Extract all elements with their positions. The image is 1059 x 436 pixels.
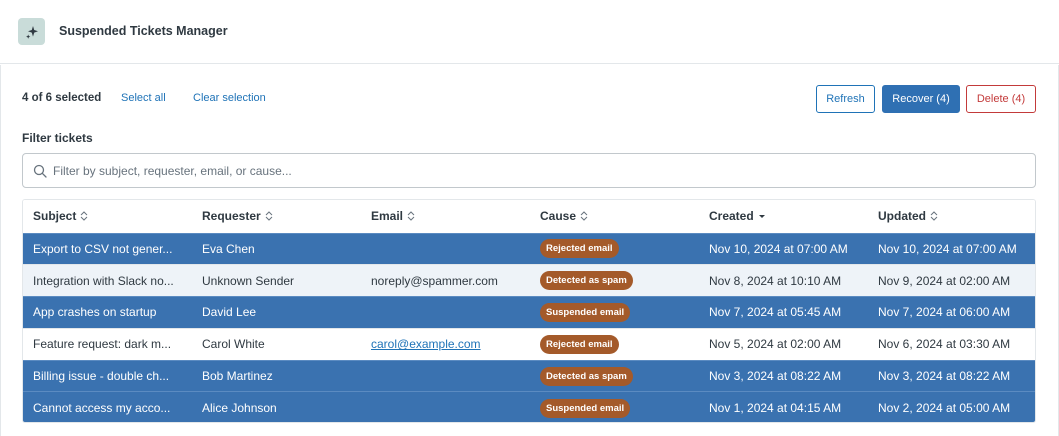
cause-badge: Suspended email xyxy=(540,302,631,322)
cell-cause: Rejected email xyxy=(530,327,699,361)
table-header-row: Subject Requester Email Cause Created Up… xyxy=(23,200,1035,233)
cell-cause: Detected as spam xyxy=(530,264,699,297)
cell-requester: Carol White xyxy=(192,327,361,361)
clear-selection-link[interactable]: Clear selection xyxy=(193,92,266,104)
sort-descending-icon xyxy=(758,210,766,224)
cell-subject: Feature request: dark m... xyxy=(23,327,192,361)
cell-updated: Nov 7, 2024 at 06:00 AM xyxy=(868,296,1035,329)
column-header-subject[interactable]: Subject xyxy=(23,200,192,233)
cell-cause: Suspended email xyxy=(530,391,699,422)
sort-icon xyxy=(80,210,88,224)
cell-email xyxy=(361,359,530,392)
cell-created: Nov 8, 2024 at 10:10 AM xyxy=(699,264,868,297)
filter-input[interactable] xyxy=(53,160,1023,182)
email-link[interactable]: carol@example.com xyxy=(371,337,481,351)
cell-updated: Nov 2, 2024 at 05:00 AM xyxy=(868,391,1035,422)
column-label: Requester xyxy=(202,208,261,223)
sparkle-icon xyxy=(18,18,45,45)
cause-badge: Suspended email xyxy=(540,398,631,418)
cell-email xyxy=(361,296,530,329)
cell-email: carol@example.com xyxy=(361,327,530,361)
column-label: Cause xyxy=(540,208,577,223)
cause-badge: Detected as spam xyxy=(540,366,633,386)
cell-requester: David Lee xyxy=(192,296,361,329)
column-label: Email xyxy=(371,208,404,223)
cell-subject: Export to CSV not gener... xyxy=(23,232,192,265)
tickets-table: Subject Requester Email Cause Created Up… xyxy=(22,199,1036,423)
table-row[interactable]: Cannot access my acco... Alice Johnson S… xyxy=(23,391,1035,422)
table-row[interactable]: Export to CSV not gener... Eva Chen Reje… xyxy=(23,232,1035,265)
cell-cause: Rejected email xyxy=(530,232,699,265)
refresh-button[interactable]: Refresh xyxy=(816,85,875,113)
cause-badge: Rejected email xyxy=(540,239,619,259)
cell-updated: Nov 6, 2024 at 03:30 AM xyxy=(868,327,1035,361)
cell-requester: Bob Martinez xyxy=(192,359,361,392)
cause-badge: Rejected email xyxy=(540,334,619,354)
cell-updated: Nov 3, 2024 at 08:22 AM xyxy=(868,359,1035,392)
app-header: Suspended Tickets Manager xyxy=(0,0,1059,64)
column-label: Updated xyxy=(878,208,926,223)
cell-created: Nov 10, 2024 at 07:00 AM xyxy=(699,232,868,265)
select-all-link[interactable]: Select all xyxy=(121,92,166,104)
cell-subject: Cannot access my acco... xyxy=(23,391,192,422)
delete-button[interactable]: Delete (4) xyxy=(966,85,1036,113)
column-header-cause[interactable]: Cause xyxy=(530,200,699,233)
cell-cause: Suspended email xyxy=(530,296,699,329)
table-row[interactable]: Integration with Slack no... Unknown Sen… xyxy=(23,264,1035,297)
cell-email: noreply@spammer.com xyxy=(361,264,530,297)
cell-created: Nov 1, 2024 at 04:15 AM xyxy=(699,391,868,422)
cell-subject: Billing issue - double ch... xyxy=(23,359,192,392)
sort-icon xyxy=(407,210,415,224)
cell-subject: Integration with Slack no... xyxy=(23,264,192,297)
cell-cause: Detected as spam xyxy=(530,359,699,392)
filter-label: Filter tickets xyxy=(22,131,93,145)
column-header-email[interactable]: Email xyxy=(361,200,530,233)
table-row[interactable]: Feature request: dark m... Carol White c… xyxy=(23,327,1035,361)
column-header-created[interactable]: Created xyxy=(699,200,868,233)
selection-count: 4 of 6 selected xyxy=(22,92,102,104)
cell-requester: Alice Johnson xyxy=(192,391,361,422)
cell-requester: Eva Chen xyxy=(192,232,361,265)
cell-updated: Nov 9, 2024 at 02:00 AM xyxy=(868,264,1035,297)
filter-field[interactable] xyxy=(22,153,1036,188)
cell-created: Nov 3, 2024 at 08:22 AM xyxy=(699,359,868,392)
table-row[interactable]: App crashes on startup David Lee Suspend… xyxy=(23,296,1035,329)
cell-created: Nov 5, 2024 at 02:00 AM xyxy=(699,327,868,361)
column-header-requester[interactable]: Requester xyxy=(192,200,361,233)
cell-updated: Nov 10, 2024 at 07:00 AM xyxy=(868,232,1035,265)
cell-email xyxy=(361,391,530,422)
column-label: Subject xyxy=(33,208,77,223)
cell-requester: Unknown Sender xyxy=(192,264,361,297)
cell-email xyxy=(361,232,530,265)
cell-created: Nov 7, 2024 at 05:45 AM xyxy=(699,296,868,329)
app-title: Suspended Tickets Manager xyxy=(59,24,228,38)
cause-badge: Detected as spam xyxy=(540,271,633,291)
column-label: Created xyxy=(709,208,754,223)
sort-icon xyxy=(580,210,588,224)
sort-icon xyxy=(265,210,273,224)
table-row[interactable]: Billing issue - double ch... Bob Martine… xyxy=(23,359,1035,392)
column-header-updated[interactable]: Updated xyxy=(868,200,1035,233)
search-icon xyxy=(33,164,47,178)
recover-button[interactable]: Recover (4) xyxy=(882,85,960,113)
sort-icon xyxy=(930,210,938,224)
cell-subject: App crashes on startup xyxy=(23,296,192,329)
